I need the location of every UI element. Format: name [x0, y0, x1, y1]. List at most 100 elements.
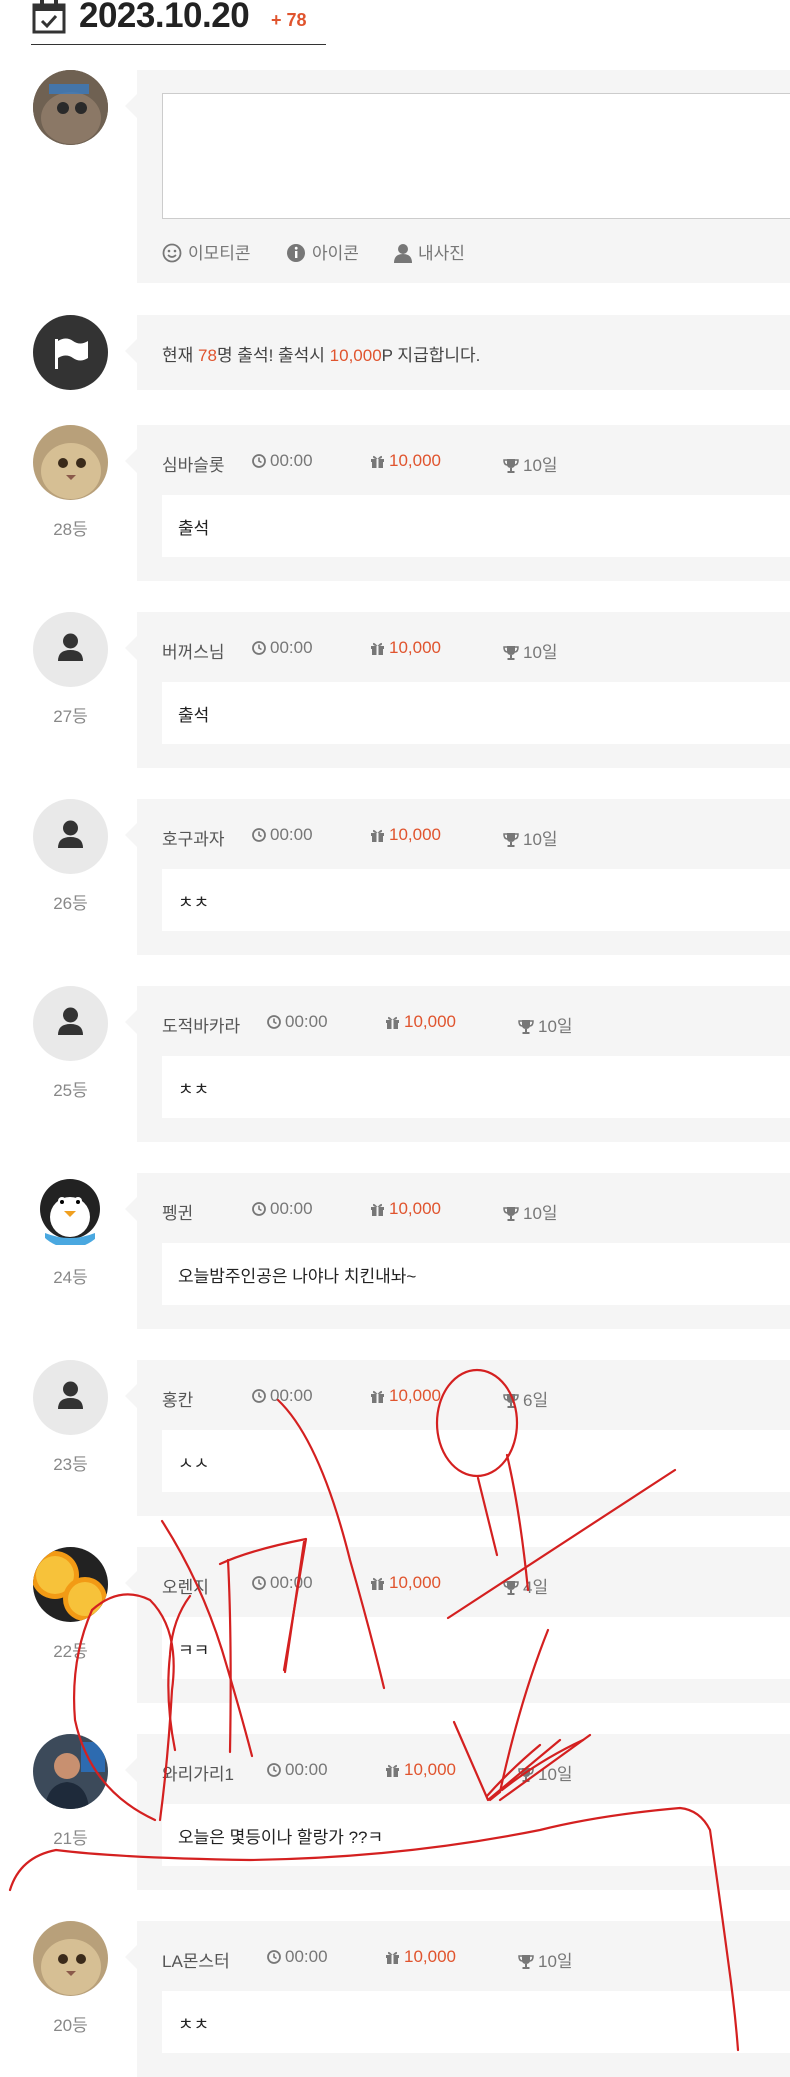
cat-photo-icon: [33, 70, 108, 145]
user-silhouette-icon: [58, 1381, 83, 1409]
avatar: [33, 1547, 108, 1622]
entry-message: ㅊㅊ: [178, 1080, 210, 1099]
notice-avatar: [33, 315, 108, 390]
user-name[interactable]: 오렌지: [162, 1573, 209, 1598]
entry-time: 00:00: [252, 1573, 313, 1593]
user-name[interactable]: 홍칸: [162, 1386, 193, 1411]
entry-streak: 6일: [503, 1386, 548, 1411]
trophy-icon: [503, 1394, 519, 1408]
clock-icon: [252, 1389, 266, 1403]
attendance-entry: 와리가리1 00:00 10,000 10일오늘은 몇등이나 할랑가 ??ㅋ: [125, 1734, 790, 1890]
emoticon-button[interactable]: 이모티콘: [162, 239, 251, 264]
entry-time: 00:00: [267, 1760, 328, 1780]
entry-streak: 10일: [503, 638, 558, 663]
entry-message-box: ㅅㅅ: [162, 1430, 790, 1492]
page-title: 2023.10.20: [79, 0, 250, 35]
notice-points: 10,000: [329, 346, 382, 365]
entry-message: ㅊㅊ: [178, 2015, 210, 2034]
notice-count: 78: [198, 346, 217, 365]
entry-message-box: ㅊㅊ: [162, 869, 790, 931]
user-silhouette-icon: [58, 820, 83, 848]
attendance-entry: 펭귄 00:00 10,000 10일 오늘밤주인공은 나야나 치킨내놔~: [125, 1173, 790, 1329]
gift-icon: [371, 1390, 384, 1403]
entry-message-box: 출석: [162, 495, 790, 557]
entry-message: ㅋㅋ: [178, 1641, 210, 1660]
emoticon-label: 이모티콘: [188, 244, 251, 263]
entry-streak: 10일: [518, 1760, 573, 1785]
entry-time: 00:00: [252, 1386, 313, 1406]
entry-message-box: 오늘은 몇등이나 할랑가 ??ㅋ: [162, 1804, 790, 1866]
entry-points: 10,000: [385, 1760, 456, 1780]
comment-editor: 이모티콘 아이콘 내사진: [125, 70, 790, 283]
notice-text: 현재 78명 출석! 출석시 10,000P 지급합니다.: [162, 346, 481, 365]
entry-streak: 10일: [503, 451, 558, 476]
rank-label: 21등: [53, 1829, 88, 1848]
trophy-icon: [518, 1020, 534, 1034]
clock-icon: [252, 1576, 266, 1590]
entry-streak: 10일: [518, 1012, 573, 1037]
avatar: [33, 1173, 108, 1248]
entry-message-box: ㅊㅊ: [162, 1991, 790, 2053]
notice-card: 현재 78명 출석! 출석시 10,000P 지급합니다.: [125, 315, 790, 390]
rank-label: 28등: [53, 520, 88, 539]
user-silhouette-icon: [58, 1007, 83, 1035]
avatar: [33, 425, 108, 500]
entry-points: 10,000: [370, 638, 441, 658]
smile-icon: [162, 243, 182, 263]
entry-streak: 10일: [503, 825, 558, 850]
user-name[interactable]: 도적바카라: [162, 1012, 240, 1037]
entry-points: 10,000: [370, 451, 441, 471]
icon-button[interactable]: 아이콘: [286, 239, 359, 264]
gift-icon: [386, 1764, 399, 1777]
info-icon: [287, 244, 305, 262]
rank-label: 24등: [53, 1268, 88, 1287]
entry-points: 10,000: [370, 825, 441, 845]
clock-icon: [267, 1015, 281, 1029]
rank-label: 27등: [53, 707, 88, 726]
user-name[interactable]: 버꺼스님: [162, 638, 225, 663]
attendance-entry: 오렌지 00:00 10,000 4일 ㅋㅋ: [125, 1547, 790, 1703]
user-name[interactable]: 와리가리1: [162, 1760, 234, 1785]
entry-message: ㅊㅊ: [178, 893, 210, 912]
trophy-icon: [518, 1768, 534, 1782]
avatar: [33, 986, 108, 1061]
entry-time: 00:00: [252, 638, 313, 658]
my-photo-button[interactable]: 내사진: [394, 239, 465, 264]
comment-textarea[interactable]: [162, 93, 790, 219]
entry-message-box: 출석: [162, 682, 790, 744]
gift-icon: [371, 455, 384, 468]
entry-message-box: 오늘밤주인공은 나야나 치킨내놔~: [162, 1243, 790, 1305]
entry-points: 10,000: [370, 1573, 441, 1593]
avatar: [33, 612, 108, 687]
entry-time: 00:00: [252, 1199, 313, 1219]
penguin-icon: [33, 1173, 108, 1248]
entry-points: 10,000: [385, 1947, 456, 1967]
user-name[interactable]: LA몬스터: [162, 1947, 230, 1972]
flag-icon: [55, 338, 88, 369]
date-header: 2023.10.20 + 78: [31, 0, 326, 45]
entry-message: 출석: [178, 706, 210, 725]
entry-streak: 4일: [503, 1573, 548, 1598]
trophy-icon: [503, 833, 519, 847]
user-name[interactable]: 심바슬롯: [162, 451, 225, 476]
man-photo-icon: [33, 1734, 108, 1809]
entry-message: 오늘은 몇등이나 할랑가 ??ㅋ: [178, 1828, 384, 1847]
clock-icon: [267, 1950, 281, 1964]
gift-icon: [371, 1577, 384, 1590]
attendance-entry: 심바슬롯 00:00 10,000 10일출석: [125, 425, 790, 581]
entry-message: 출석: [178, 519, 210, 538]
user-icon: [394, 244, 412, 263]
rank-label: 20등: [53, 2016, 88, 2035]
entry-time: 00:00: [252, 451, 313, 471]
gift-icon: [386, 1951, 399, 1964]
rank-label: 23등: [53, 1455, 88, 1474]
gift-icon: [371, 829, 384, 842]
avatar: [33, 1734, 108, 1809]
avatar: [33, 799, 108, 874]
user-name[interactable]: 호구과자: [162, 825, 225, 850]
user-name[interactable]: 펭귄: [162, 1199, 193, 1224]
clock-icon: [252, 828, 266, 842]
entry-streak: 10일: [518, 1947, 573, 1972]
entry-points: 10,000: [370, 1386, 441, 1406]
clock-icon: [252, 454, 266, 468]
